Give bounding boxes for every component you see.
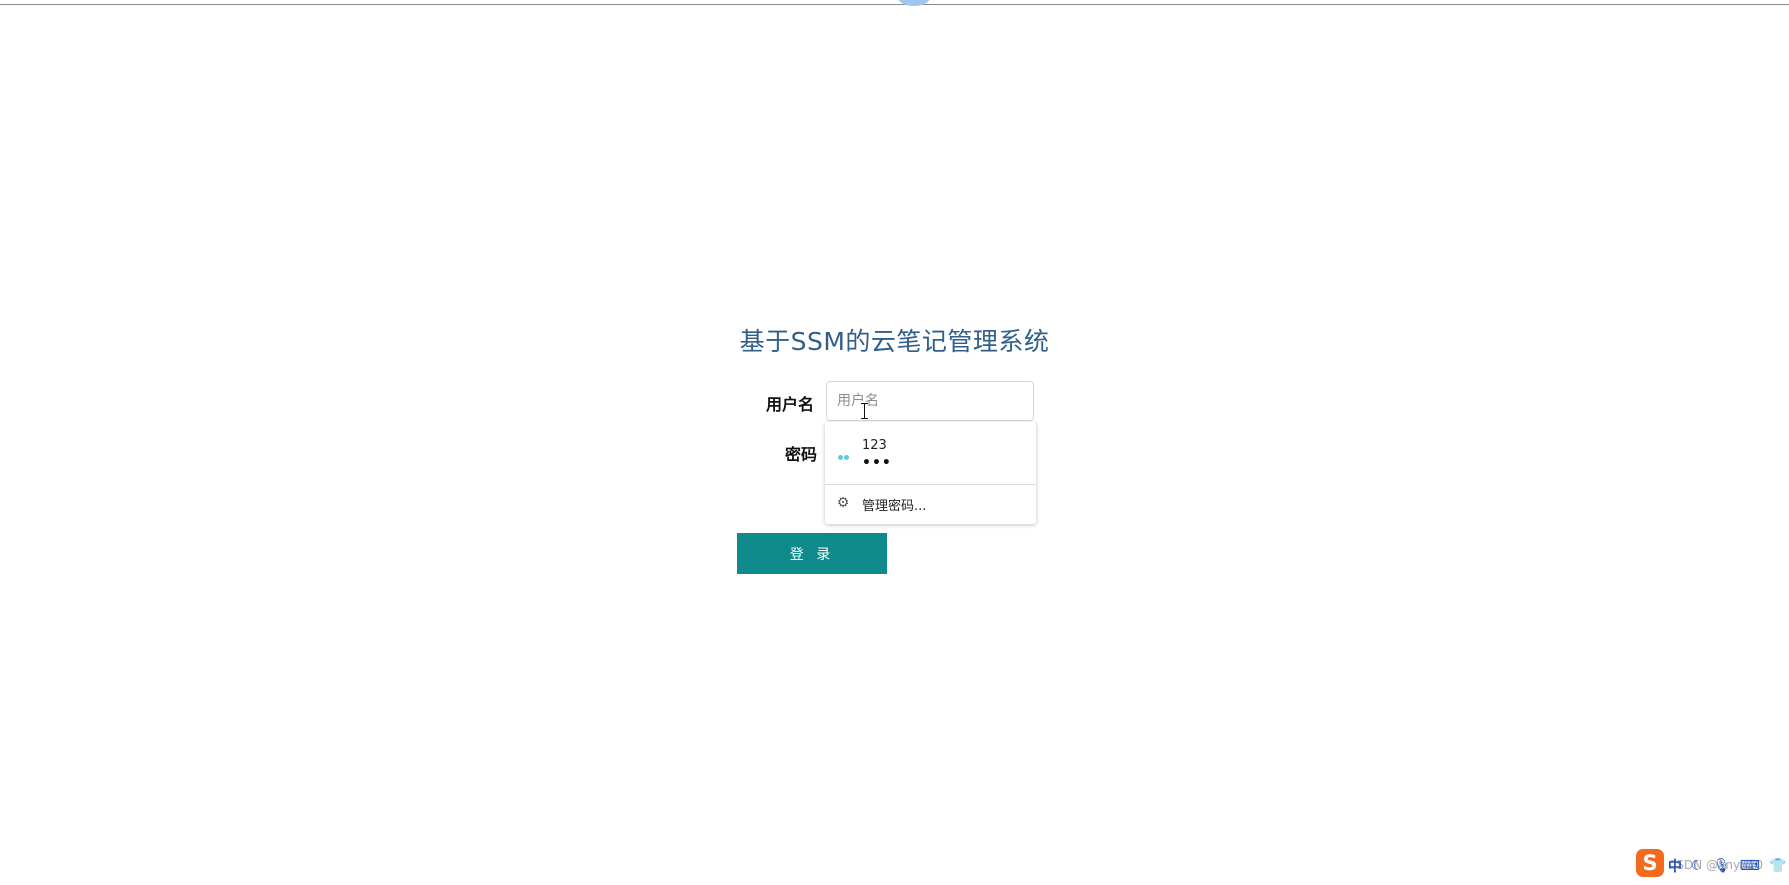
page-title: 基于SSM的云笔记管理系统 [739, 327, 1050, 356]
ime-icons: 中 ☾ 🎙 ⌨ 👕 ⋮ [1668, 855, 1788, 875]
login-button[interactable]: 登 录 [737, 533, 887, 574]
password-label: 密码 [785, 445, 818, 464]
manage-passwords-label: 管理密码... [862, 499, 927, 514]
username-input[interactable] [826, 381, 1034, 421]
autofill-password-mask: ••• [862, 455, 892, 471]
keyboard-icon[interactable]: ⌨ [1740, 858, 1760, 874]
ime-toolbar[interactable]: S 中 ☾ 🎙 ⌨ 👕 ⋮ [1634, 848, 1789, 882]
top-avatar-fragment [897, 0, 931, 6]
username-label: 用户名 [766, 395, 815, 414]
mic-icon[interactable]: 🎙 [1713, 858, 1731, 874]
shirt-icon[interactable]: 👕 [1769, 858, 1786, 874]
autofill-suggestion[interactable]: 123 ••• [825, 422, 1036, 484]
login-page: 基于SSM的云笔记管理系统 用户名 密码 123 ••• ⚙ 管理密码... 登… [0, 0, 1789, 885]
ime-logo-icon[interactable]: S [1636, 849, 1664, 877]
manage-passwords-item[interactable]: ⚙ 管理密码... [825, 485, 1036, 524]
key-icon [838, 455, 852, 461]
moon-icon[interactable]: ☾ [1691, 858, 1704, 874]
autofill-username: 123 [862, 438, 887, 453]
top-divider [0, 4, 1789, 5]
text-cursor-icon [861, 403, 869, 419]
password-autofill-popup: 123 ••• ⚙ 管理密码... [825, 422, 1036, 524]
gear-icon: ⚙ [836, 495, 850, 511]
ime-mode-toggle[interactable]: 中 [1668, 856, 1682, 876]
